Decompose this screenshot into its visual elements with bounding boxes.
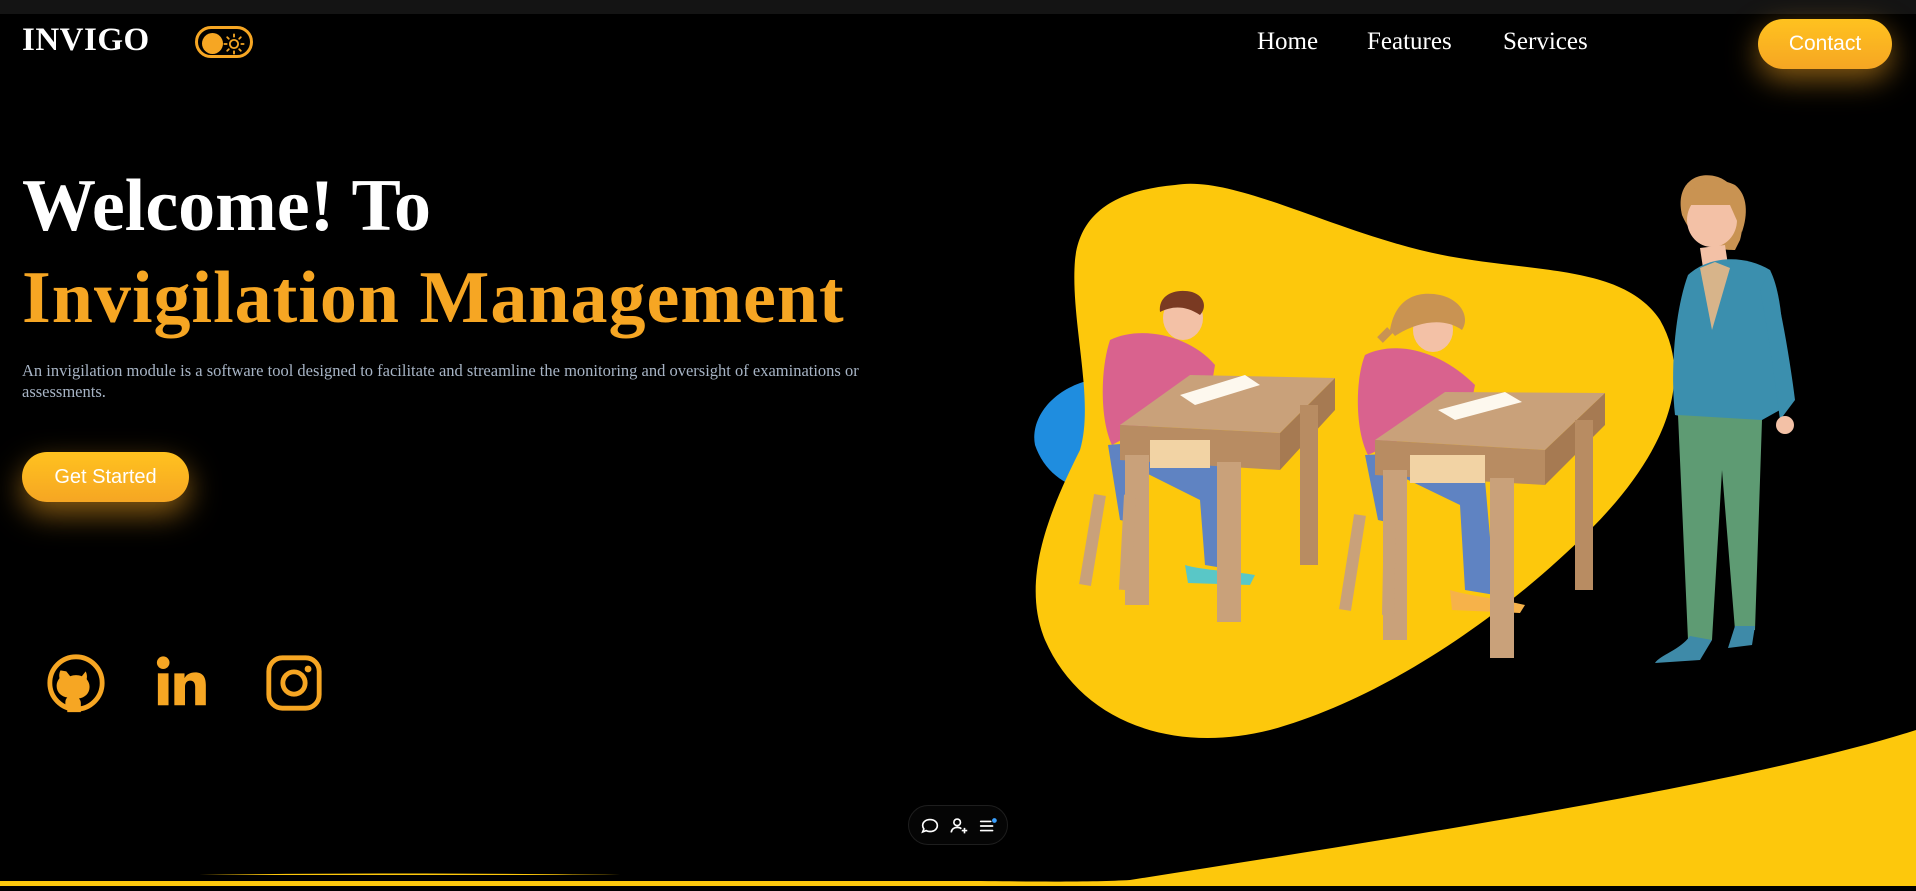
bottom-dock xyxy=(908,805,1008,845)
hero-illustration xyxy=(0,0,1916,886)
chat-bubble-icon[interactable] xyxy=(919,815,941,837)
add-user-icon[interactable] xyxy=(948,815,970,837)
list-icon[interactable] xyxy=(977,815,999,837)
teacher xyxy=(1655,175,1795,663)
